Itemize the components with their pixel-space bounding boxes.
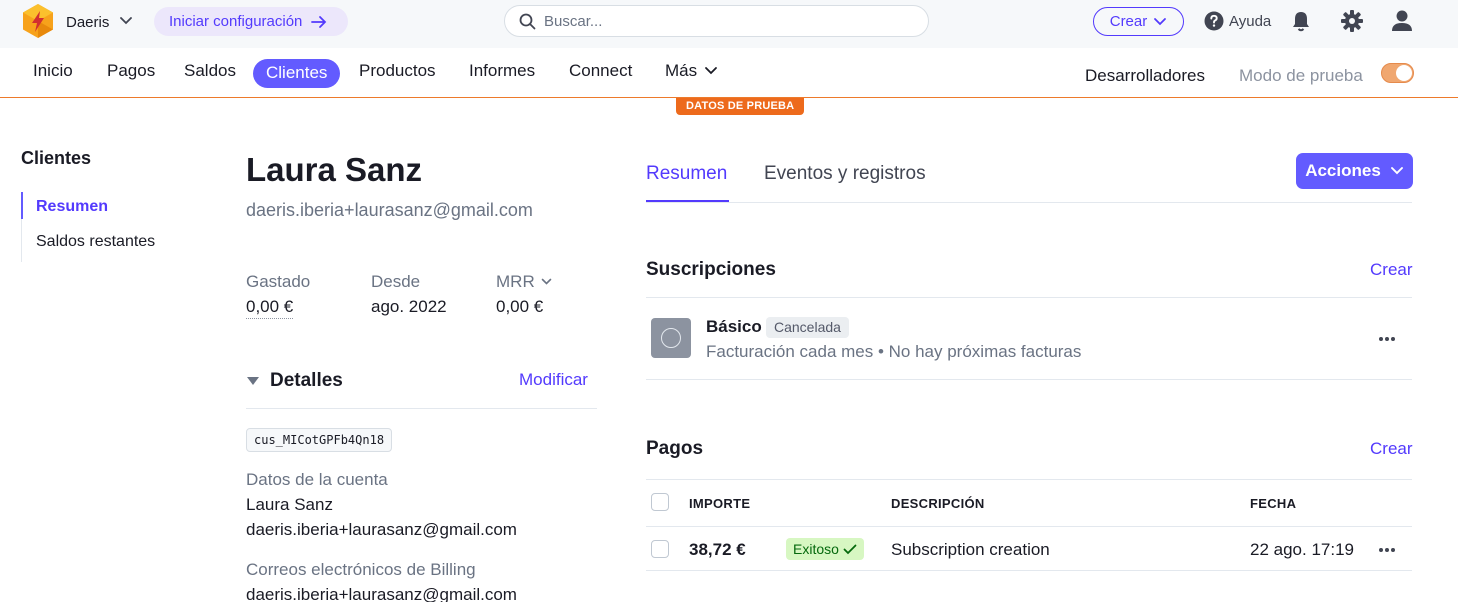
- help-label: Ayuda: [1229, 12, 1272, 30]
- payment-amount: 38,72 €: [689, 540, 746, 559]
- test-mode-label: Modo de prueba: [1239, 66, 1363, 85]
- nav-item-productos[interactable]: Productos: [359, 61, 436, 81]
- nav-item-saldos[interactable]: Saldos: [184, 61, 236, 81]
- stat-since-label: Desde: [371, 272, 421, 291]
- subscriptions-title: Suscripciones: [646, 259, 776, 280]
- account-logo-icon[interactable]: [21, 3, 55, 39]
- account-name[interactable]: Daeris: [66, 14, 109, 31]
- account-data-label: Datos de la cuenta: [246, 470, 388, 489]
- user-icon[interactable]: [1391, 9, 1413, 33]
- help-button[interactable]: Ayuda: [1204, 11, 1271, 31]
- divider: [646, 479, 1412, 480]
- subscription-name[interactable]: Básico: [706, 317, 762, 337]
- actions-label: Acciones: [1305, 161, 1381, 180]
- create-label: Crear: [1109, 13, 1148, 30]
- divider: [646, 526, 1412, 527]
- stat-mrr-value: 0,00 €: [496, 297, 544, 316]
- sidebar-title: Clientes: [21, 148, 92, 168]
- bell-icon[interactable]: [1291, 10, 1311, 32]
- nav-item-inicio[interactable]: Inicio: [33, 61, 73, 81]
- payment-status-label: Exitoso: [793, 541, 839, 557]
- divider: [646, 297, 1412, 298]
- start-setup-label: Iniciar configuración: [169, 13, 303, 30]
- tab-resumen[interactable]: Resumen: [646, 163, 727, 185]
- divider: [646, 570, 1412, 571]
- stat-mrr-label: MRR: [496, 272, 535, 291]
- product-image-icon: [651, 318, 691, 358]
- caret-down-icon: [247, 377, 259, 385]
- chevron-down-icon: [541, 278, 552, 285]
- details-toggle[interactable]: Detalles: [246, 370, 343, 392]
- top-bar: Daeris Iniciar configuración Crear Ayuda: [0, 0, 1458, 48]
- sidebar-item-saldos-restantes[interactable]: Saldos restantes: [36, 233, 155, 251]
- chevron-down-icon: [1154, 17, 1167, 25]
- create-button[interactable]: Crear: [1093, 7, 1184, 36]
- arrow-right-icon: [311, 15, 327, 28]
- help-icon: [1204, 11, 1224, 31]
- payment-status-badge: Exitoso: [786, 538, 864, 560]
- payment-date: 22 ago. 17:19: [1250, 540, 1354, 559]
- column-header-description: DESCRIPCIÓN: [891, 496, 985, 511]
- subscription-more-icon[interactable]: [1379, 337, 1395, 341]
- billing-emails-label: Correos electrónicos de Billing: [246, 560, 476, 579]
- test-data-badge: DATOS DE PRUEBA: [676, 98, 805, 115]
- customer-id[interactable]: cus_MICotGPFb4Qn18: [246, 428, 393, 452]
- customer-email: daeris.iberia+laurasanz@gmail.com: [246, 200, 533, 220]
- row-checkbox[interactable]: [651, 540, 669, 558]
- column-header-date: FECHA: [1250, 496, 1297, 511]
- toggle-knob: [1396, 65, 1412, 81]
- divider: [246, 408, 597, 409]
- subscription-status-badge: Cancelada: [766, 317, 849, 338]
- stat-spent-label: Gastado: [246, 272, 311, 291]
- payments-title: Pagos: [646, 438, 704, 459]
- billing-email: daeris.iberia+laurasanz@gmail.com: [246, 585, 517, 602]
- start-setup-button[interactable]: Iniciar configuración: [154, 7, 348, 36]
- sidebar-list: Resumen Saldos restantes: [20, 192, 155, 262]
- nav-more-label: Más: [665, 61, 698, 80]
- chevron-down-icon[interactable]: [118, 12, 134, 28]
- column-header-amount: IMPORTE: [689, 496, 751, 511]
- divider: [646, 379, 1412, 380]
- sidebar-item-resumen[interactable]: Resumen: [36, 198, 108, 216]
- select-all-checkbox[interactable]: [651, 493, 669, 511]
- tab-eventos-registros[interactable]: Eventos y registros: [764, 163, 926, 185]
- create-subscription-link[interactable]: Crear: [1370, 260, 1413, 280]
- actions-button[interactable]: Acciones: [1296, 153, 1413, 189]
- search-box[interactable]: [504, 5, 929, 37]
- chevron-down-icon: [705, 67, 718, 75]
- search-input[interactable]: [544, 12, 904, 30]
- stat-spent-value[interactable]: 0,00 €: [246, 297, 294, 319]
- modify-link[interactable]: Modificar: [519, 370, 588, 390]
- search-icon: [519, 13, 536, 29]
- checkmark-icon: [843, 544, 857, 554]
- subscription-description: Facturación cada mes • No hay próximas f…: [706, 342, 1082, 361]
- nav-item-connect[interactable]: Connect: [569, 61, 632, 81]
- payment-description[interactable]: Subscription creation: [891, 540, 1050, 560]
- nav-item-informes[interactable]: Informes: [469, 61, 535, 81]
- stat-since-value: ago. 2022: [371, 297, 447, 316]
- details-title: Detalles: [270, 370, 343, 391]
- nav-item-pagos[interactable]: Pagos: [107, 61, 155, 81]
- gear-icon[interactable]: [1341, 10, 1363, 32]
- customer-name: Laura Sanz: [246, 151, 423, 188]
- nav-item-more[interactable]: Más: [665, 61, 718, 81]
- stat-mrr-dropdown[interactable]: MRR: [496, 272, 552, 292]
- main-nav: Inicio Pagos Saldos Clientes Productos I…: [0, 48, 1458, 98]
- developers-link[interactable]: Desarrolladores: [1085, 66, 1205, 86]
- divider: [646, 202, 1412, 203]
- sidebar-active-indicator: [20, 192, 23, 219]
- test-mode-toggle[interactable]: [1381, 63, 1414, 83]
- create-payment-link[interactable]: Crear: [1370, 439, 1413, 459]
- account-data-name: Laura Sanz: [246, 495, 333, 514]
- payment-more-icon[interactable]: [1379, 548, 1395, 552]
- account-data-email: daeris.iberia+laurasanz@gmail.com: [246, 520, 517, 539]
- chevron-down-icon: [1390, 167, 1403, 175]
- nav-item-clientes[interactable]: Clientes: [253, 59, 341, 88]
